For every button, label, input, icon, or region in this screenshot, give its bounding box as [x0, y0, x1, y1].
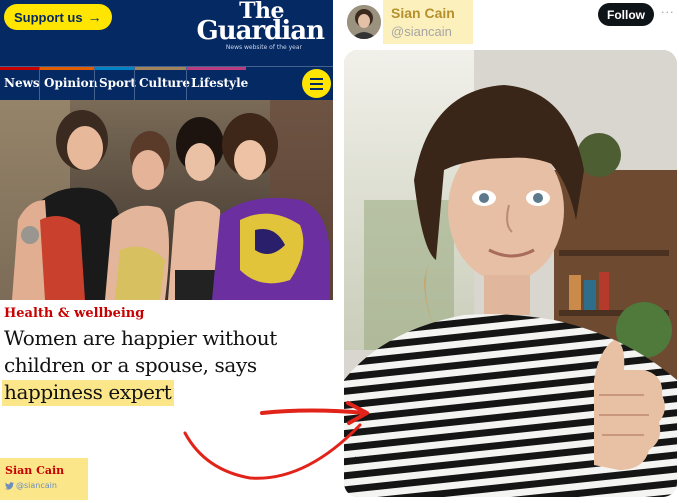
guardian-nav: News Opinion Sport Culture Lifestyle — [0, 66, 333, 100]
nav-news-color-bar — [0, 67, 39, 70]
follow-button[interactable]: Follow — [598, 3, 654, 26]
nav-news-label: News — [4, 76, 40, 90]
headline-line-1: Women are happier without — [4, 326, 277, 350]
nav-lifestyle-label: Lifestyle — [191, 76, 249, 90]
headline-line-3-wrap: happiness expert — [2, 379, 330, 406]
guardian-logo[interactable]: The Guardian News website of the year — [178, 0, 328, 56]
tweet-author-name[interactable]: Sian Cain — [391, 5, 455, 21]
nav-sport-label: Sport — [99, 76, 136, 90]
headline-line-2: children or a spouse, says — [4, 353, 257, 377]
article-headline[interactable]: Women are happier without children or a … — [2, 325, 330, 406]
avatar[interactable] — [347, 5, 381, 39]
nav-item-news[interactable]: News — [0, 67, 40, 100]
support-us-button[interactable]: Support us → — [4, 4, 112, 30]
nav-culture-color-bar — [135, 67, 186, 70]
more-options-icon[interactable]: ··· — [661, 6, 675, 19]
byline-author-name: Sian Cain — [5, 464, 65, 477]
tweet-photo[interactable] — [344, 50, 677, 497]
logo-tagline: News website of the year — [225, 44, 302, 51]
support-us-label: Support us — [14, 9, 83, 25]
headline-line-3: happiness expert — [2, 380, 175, 406]
article-kicker[interactable]: Health & wellbeing — [4, 306, 144, 321]
guardian-article-screenshot: Support us → The Guardian News website o… — [0, 0, 333, 503]
nav-item-lifestyle[interactable]: Lifestyle — [186, 67, 249, 100]
nav-item-opinion[interactable]: Opinion — [39, 67, 98, 100]
byline-handle-text: @siancain — [16, 481, 57, 490]
nav-lifestyle-color-bar — [187, 67, 246, 70]
nav-item-culture[interactable]: Culture — [134, 67, 190, 100]
twitter-bird-icon — [5, 481, 14, 490]
tweet-author-handle[interactable]: @siancain — [391, 24, 452, 39]
nav-culture-label: Culture — [139, 76, 191, 90]
logo-guardian: Guardian — [196, 16, 325, 46]
article-hero-image — [0, 100, 333, 300]
nav-opinion-color-bar — [40, 67, 94, 70]
arrow-right-icon: → — [87, 9, 102, 25]
nav-opinion-label: Opinion — [44, 76, 98, 90]
byline-twitter-handle: @siancain — [5, 481, 88, 490]
nav-item-sport[interactable]: Sport — [94, 67, 136, 100]
article-byline[interactable]: Sian Cain @siancain — [0, 458, 88, 500]
nav-sport-color-bar — [95, 67, 134, 70]
menu-icon[interactable] — [302, 69, 331, 98]
guardian-header: Support us → The Guardian News website o… — [0, 0, 333, 66]
tweet-screenshot: Sian Cain @siancain Follow ··· — [333, 0, 679, 503]
